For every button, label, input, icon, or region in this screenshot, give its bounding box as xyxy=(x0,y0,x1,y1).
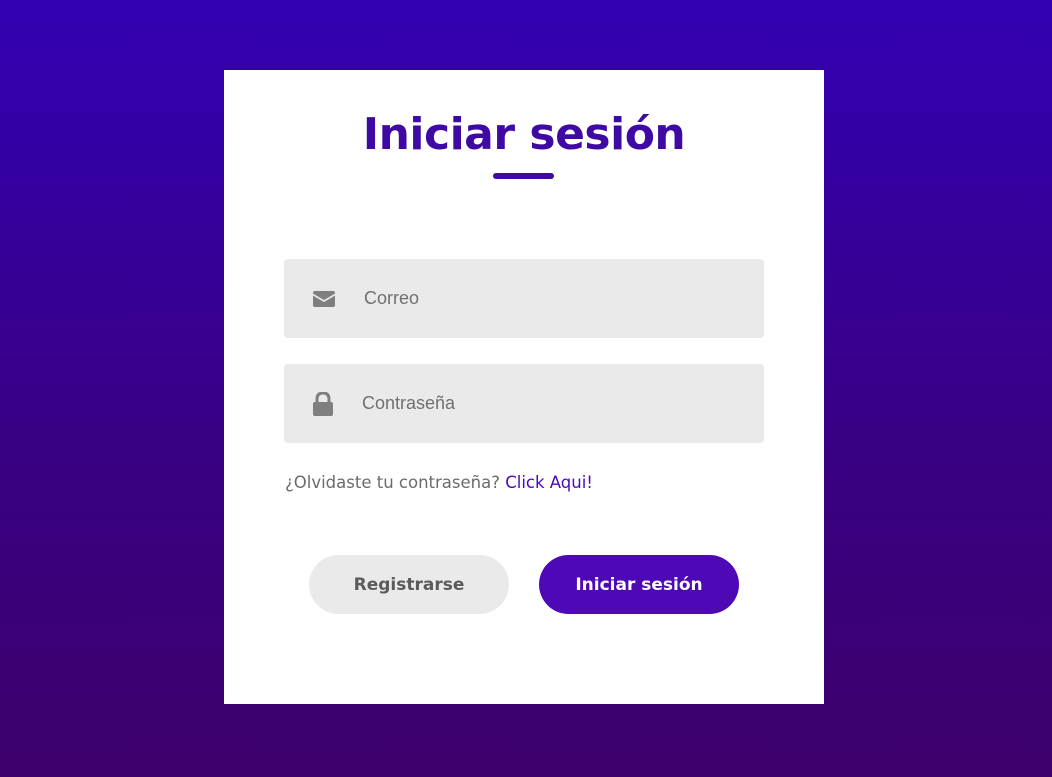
title-underline xyxy=(493,173,554,179)
login-button[interactable]: Iniciar sesión xyxy=(539,555,739,614)
password-input[interactable] xyxy=(362,393,742,414)
forgot-password-link[interactable]: Click Aqui! xyxy=(505,473,593,492)
password-field[interactable] xyxy=(284,364,764,443)
lock-icon xyxy=(284,391,362,416)
forgot-password-text: ¿Olvidaste tu contraseña? xyxy=(285,473,500,492)
register-button[interactable]: Registrarse xyxy=(309,555,509,614)
forgot-password: ¿Olvidaste tu contraseña? Click Aqui! xyxy=(285,473,593,492)
page-title: Iniciar sesión xyxy=(362,109,686,160)
envelope-icon xyxy=(284,290,364,307)
login-card: Iniciar sesión ¿Olvidaste tu contraseña?… xyxy=(224,70,824,704)
email-field[interactable] xyxy=(284,259,764,338)
email-input[interactable] xyxy=(364,288,744,309)
